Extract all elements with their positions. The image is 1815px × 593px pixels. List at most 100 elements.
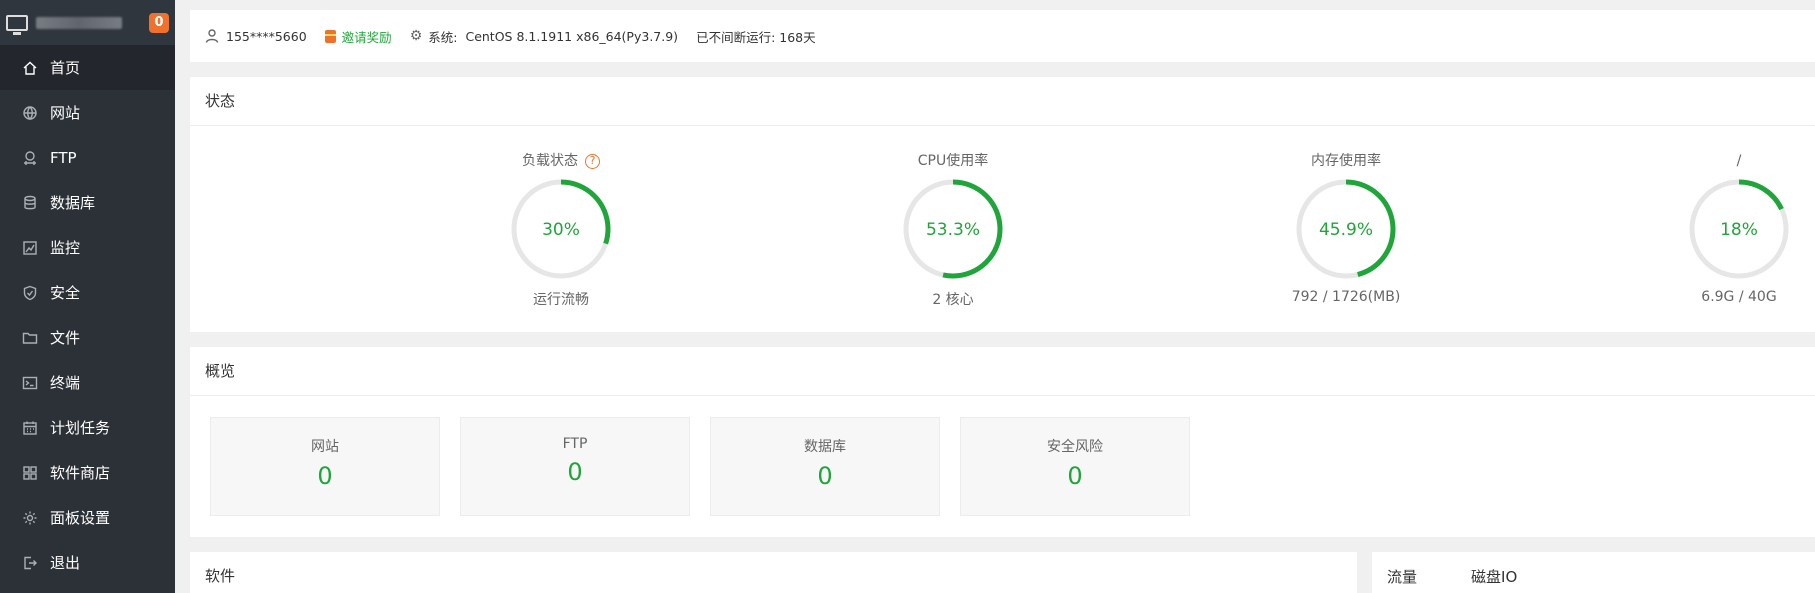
overview-card-label: 安全风险 [1047,439,1103,455]
sidebar-item-database[interactable]: 数据库 [0,180,175,225]
software-panel: 软件 [190,552,1357,593]
monitor-icon [6,14,28,35]
folder-icon [22,330,38,346]
overview-card-label: FTP [562,436,588,452]
gauge-load[interactable]: 负载状态? 30% 运行流畅 [441,152,681,309]
overview-title: 概览 [190,347,1815,396]
grid-icon [22,465,38,481]
gauge-value: 18% [1720,220,1758,240]
overview-card-value: 0 [317,462,333,490]
sidebar-nav: 首页 网站 FTP 数据库 监控 安全 文件 终端 计划任务 软件商店 面板设置… [0,45,175,585]
sidebar-item-label: 网站 [50,104,81,122]
sidebar-item-label: 软件商店 [50,464,111,482]
gauge-ring: 18% [1689,179,1789,279]
sidebar-item-label: 首页 [50,59,81,77]
gauge-title: CPU使用率 [833,152,1073,170]
sidebar-item-store[interactable]: 软件商店 [0,450,175,495]
traffic-panel: 流量 磁盘IO [1372,552,1815,593]
gauge-subtext: 2 核心 [932,292,974,308]
sidebar-item-files[interactable]: 文件 [0,315,175,360]
home-icon [22,60,38,76]
database-icon [22,195,38,211]
sidebar-item-ftp[interactable]: FTP [0,135,175,180]
sidebar-item-website[interactable]: 网站 [0,90,175,135]
user-phone: 155****5660 [226,28,307,44]
gauge-memory[interactable]: 内存使用率 45.9% 792 / 1726(MB) [1226,152,1466,305]
cog-icon: ⚙ [409,28,423,44]
invite-reward-link[interactable]: 邀请奖励 [324,27,392,46]
terminal-icon [22,375,38,391]
invite-label: 邀请奖励 [341,29,392,45]
tab-disk-io[interactable]: 磁盘IO [1471,566,1517,587]
gauge-title: 负载状态? [441,152,681,170]
shield-icon [22,285,38,301]
overview-card-value: 0 [817,462,833,490]
status-title: 状态 [190,77,1815,126]
calendar-icon [22,420,38,436]
overview-panel: 概览 网站 0 FTP 0 数据库 0 安全风险 0 [190,347,1815,537]
gauge-title-text: 负载状态 [522,153,578,169]
sidebar: 0 首页 网站 FTP 数据库 监控 安全 文件 终端 计划任务 软件商店 面板… [0,0,175,593]
uptime: 已不间断运行: 168天 [696,29,816,45]
sidebar-item-logout[interactable]: 退出 [0,540,175,585]
logout-icon [22,555,38,571]
system-label: 系统: [428,29,458,45]
software-title: 软件 [205,567,236,585]
gauge-cpu[interactable]: CPU使用率 53.3% 2 核心 [833,152,1073,309]
sidebar-item-label: 计划任务 [50,419,111,437]
gauge-title-text: / [1736,153,1742,169]
gauge-value: 45.9% [1319,220,1373,240]
ftp-icon [22,150,38,166]
overview-card-security-risk[interactable]: 安全风险 0 [960,417,1190,516]
gauge-subtext: 792 / 1726(MB) [1291,289,1401,305]
sidebar-item-home[interactable]: 首页 [0,45,175,90]
gauge-title-text: CPU使用率 [917,153,989,169]
sidebar-item-cron[interactable]: 计划任务 [0,405,175,450]
sidebar-item-terminal[interactable]: 终端 [0,360,175,405]
sidebar-item-label: 面板设置 [50,509,111,527]
system-info: ⚙ 系统: CentOS 8.1.1911 x86_64(Py3.7.9) [410,27,678,46]
gauge-title: 内存使用率 [1226,152,1466,170]
sidebar-item-label: 监控 [50,239,81,257]
globe-icon [22,105,38,121]
gauge-subtext: 运行流畅 [533,292,589,308]
notification-badge[interactable]: 0 [149,12,169,33]
gauge-ring: 53.3% [903,179,1003,279]
gear-icon [22,510,38,526]
system-value: CentOS 8.1.1911 x86_64(Py3.7.9) [465,28,679,44]
server-name-blurred [36,16,122,29]
top-info-bar: 155****5660 邀请奖励 ⚙ 系统: CentOS 8.1.1911 x… [190,10,1815,62]
gauge-title-text: 内存使用率 [1311,153,1381,169]
overview-card-value: 0 [1067,462,1083,490]
overview-card-label: 数据库 [804,439,846,455]
sidebar-item-settings[interactable]: 面板设置 [0,495,175,540]
overview-card-website[interactable]: 网站 0 [210,417,440,516]
tab-traffic[interactable]: 流量 [1387,566,1417,587]
help-icon[interactable]: ? [585,153,600,169]
sidebar-item-security[interactable]: 安全 [0,270,175,315]
server-header[interactable]: 0 [0,0,175,45]
sidebar-item-label: 终端 [50,374,81,392]
gauge-title: / [1619,152,1815,170]
sidebar-item-label: 退出 [50,554,81,572]
gauge-disk[interactable]: / 18% 6.9G / 40G [1619,152,1815,305]
gauge-ring: 30% [511,179,611,279]
main-content: 155****5660 邀请奖励 ⚙ 系统: CentOS 8.1.1911 x… [190,0,1815,593]
overview-card-ftp[interactable]: FTP 0 [460,417,690,516]
overview-card-label: 网站 [311,439,339,455]
sidebar-item-label: FTP [50,148,77,167]
user-info[interactable]: 155****5660 [204,28,307,44]
user-icon [204,28,220,44]
sidebar-item-label: 数据库 [50,194,96,212]
gauge-value: 30% [542,220,580,240]
gauge-subtext: 6.9G / 40G [1701,289,1777,305]
gauge-value: 53.3% [926,220,980,240]
gift-icon [324,29,336,43]
sidebar-item-label: 安全 [50,284,81,302]
sidebar-item-label: 文件 [50,329,81,347]
sidebar-item-monitor[interactable]: 监控 [0,225,175,270]
gauge-ring: 45.9% [1296,179,1396,279]
monitor-chart-icon [22,240,38,256]
overview-card-database[interactable]: 数据库 0 [710,417,940,516]
overview-card-value: 0 [567,458,583,486]
